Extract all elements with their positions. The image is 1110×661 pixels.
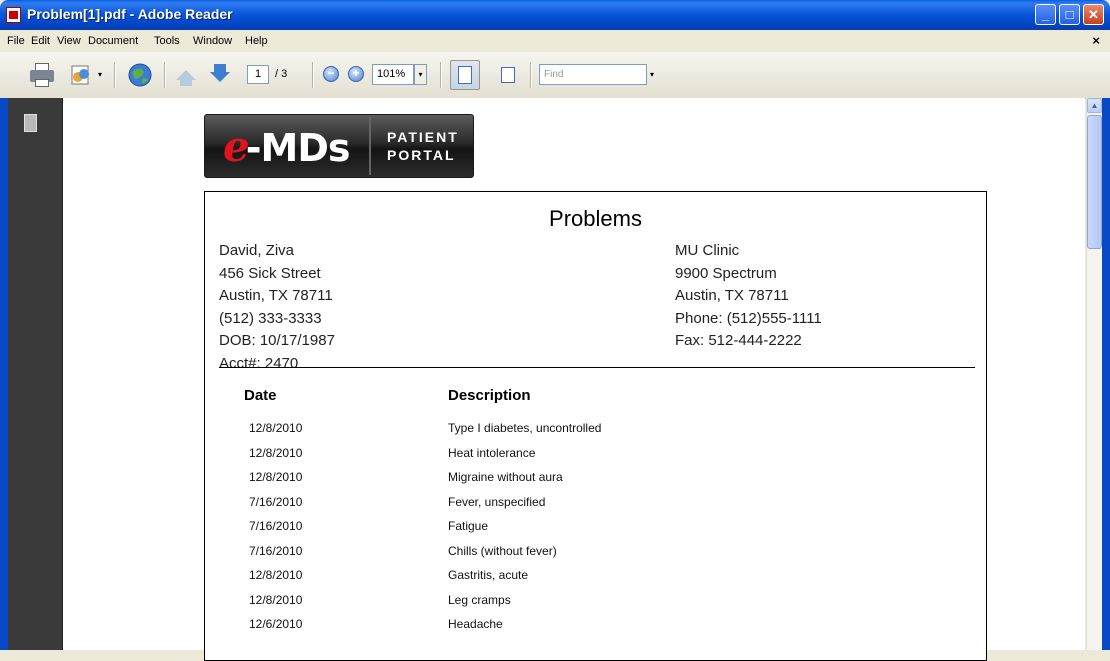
row-date: 12/8/2010 — [249, 592, 303, 607]
problems-report: Problems David, Ziva 456 Sick Street Aus… — [204, 191, 987, 661]
patient-city: Austin, TX 78711 — [219, 287, 333, 304]
menu-document[interactable]: Document — [88, 35, 138, 47]
clinic-city: Austin, TX 78711 — [675, 287, 789, 304]
table-row: 12/8/2010 Gastritis, acute — [205, 568, 986, 592]
pages-icon[interactable] — [21, 112, 37, 132]
window-border-left — [0, 98, 8, 650]
row-date: 7/16/2010 — [249, 494, 303, 509]
emds-patient-portal-logo: e-MDs PATIENT PORTAL — [204, 114, 474, 178]
menu-bar: File Edit View Document Tools Window Hel… — [0, 30, 1110, 52]
row-description: Type I diabetes, uncontrolled — [448, 421, 602, 435]
row-description: Headache — [448, 617, 503, 631]
menu-tools[interactable]: Tools — [154, 35, 180, 47]
table-row: 7/16/2010 Chills (without fever) — [205, 544, 986, 568]
table-row: 12/6/2010 Headache — [205, 617, 986, 641]
window-border-right — [1102, 98, 1110, 650]
page-count-label: / 3 — [275, 68, 288, 80]
row-description: Gastritis, acute — [448, 568, 529, 582]
navigation-pane — [0, 98, 63, 650]
previous-page-icon[interactable] — [176, 70, 196, 80]
row-date: 12/8/2010 — [249, 421, 303, 435]
adobe-reader-icon[interactable] — [6, 7, 21, 23]
logo-portal-text: PATIENT PORTAL — [387, 129, 459, 163]
window-title: Problem[1].pdf - Adobe Reader — [27, 6, 233, 22]
find-input[interactable]: Find — [539, 64, 647, 85]
collaborate-dropdown-arrow[interactable]: ▾ — [98, 70, 102, 79]
zoom-out-icon[interactable]: − — [323, 66, 339, 82]
patient-dob: DOB: 10/17/1987 — [219, 332, 335, 349]
menu-file[interactable]: File — [7, 35, 25, 47]
zoom-dropdown-arrow[interactable]: ▾ — [414, 64, 427, 85]
maximize-button[interactable]: □ — [1059, 4, 1080, 25]
scroll-up-button[interactable]: ▲ — [1087, 98, 1102, 113]
clinic-street: 9900 Spectrum — [675, 264, 777, 282]
toolbar-separator — [164, 62, 166, 88]
column-header-description: Description — [448, 387, 531, 404]
logo-brand-text: e-MDs — [223, 122, 350, 171]
table-row: 12/8/2010 Leg cramps — [205, 593, 986, 617]
toolbar-separator — [530, 62, 532, 88]
print-icon[interactable] — [30, 63, 54, 87]
next-page-icon[interactable] — [210, 72, 230, 82]
clinic-phone: Phone: (512)555-1111 — [675, 309, 822, 327]
table-row: 12/8/2010 Migraine without aura — [205, 470, 986, 494]
minimize-button[interactable]: _ — [1035, 4, 1056, 25]
find-dropdown-arrow[interactable]: ▾ — [650, 70, 654, 79]
patient-name: David, Ziva — [219, 242, 295, 259]
scroll-thumb[interactable] — [1087, 115, 1102, 249]
clinic-fax: Fax: 512-444-2222 — [675, 332, 802, 349]
report-title: Problems — [549, 206, 642, 231]
divider-line — [219, 367, 975, 368]
fit-page-icon[interactable] — [450, 60, 480, 90]
row-date: 7/16/2010 — [249, 543, 303, 558]
patient-info: David, Ziva 456 Sick Street Austin, TX 7… — [219, 240, 335, 375]
row-description: Chills (without fever) — [448, 543, 557, 558]
menu-window[interactable]: Window — [193, 35, 232, 47]
page-number-input[interactable]: 1 — [247, 65, 269, 84]
toolbar: ▾ 1 / 3 − + 101% ▾ Find ▾ — [0, 52, 1110, 99]
row-date: 12/8/2010 — [249, 445, 303, 460]
toolbar-separator — [440, 62, 442, 88]
patient-phone: (512) 333-3333 — [219, 309, 322, 327]
clinic-info: MU Clinic 9900 Spectrum Austin, TX 78711… — [675, 240, 822, 353]
title-bar[interactable]: Problem[1].pdf - Adobe Reader _ □ ✕ — [0, 0, 1110, 30]
table-row: 7/16/2010 Fatigue — [205, 519, 986, 543]
row-description: Fatigue — [448, 519, 489, 533]
fit-width-icon[interactable] — [498, 64, 518, 86]
patient-account: Acct#: 2470 — [219, 354, 299, 372]
row-date: 12/8/2010 — [249, 568, 303, 582]
row-description: Fever, unspecified — [448, 494, 546, 509]
table-row: 7/16/2010 Fever, unspecified — [205, 495, 986, 519]
patient-street: 456 Sick Street — [219, 264, 321, 282]
menu-help[interactable]: Help — [245, 35, 268, 47]
web-search-icon[interactable] — [126, 61, 154, 89]
clinic-name: MU Clinic — [675, 242, 740, 259]
row-date: 7/16/2010 — [249, 519, 303, 533]
zoom-in-icon[interactable]: + — [348, 66, 364, 82]
collaborate-icon[interactable] — [70, 63, 96, 87]
zoom-level-field[interactable]: 101% — [372, 64, 414, 85]
close-document-button[interactable]: × — [1092, 33, 1100, 48]
column-header-date: Date — [244, 387, 277, 404]
row-description: Leg cramps — [448, 592, 511, 607]
vertical-scrollbar[interactable]: ▲ — [1086, 98, 1102, 650]
menu-view[interactable]: View — [57, 35, 81, 47]
toolbar-separator — [312, 62, 314, 88]
row-date: 12/8/2010 — [249, 470, 303, 484]
toolbar-separator — [114, 62, 116, 88]
row-description: Migraine without aura — [448, 470, 563, 484]
row-date: 12/6/2010 — [249, 617, 303, 631]
close-button[interactable]: ✕ — [1083, 4, 1104, 25]
row-description: Heat intolerance — [448, 445, 536, 460]
menu-edit[interactable]: Edit — [31, 35, 50, 47]
table-row: 12/8/2010 Type I diabetes, uncontrolled — [205, 421, 986, 445]
table-row: 12/8/2010 Heat intolerance — [205, 446, 986, 470]
